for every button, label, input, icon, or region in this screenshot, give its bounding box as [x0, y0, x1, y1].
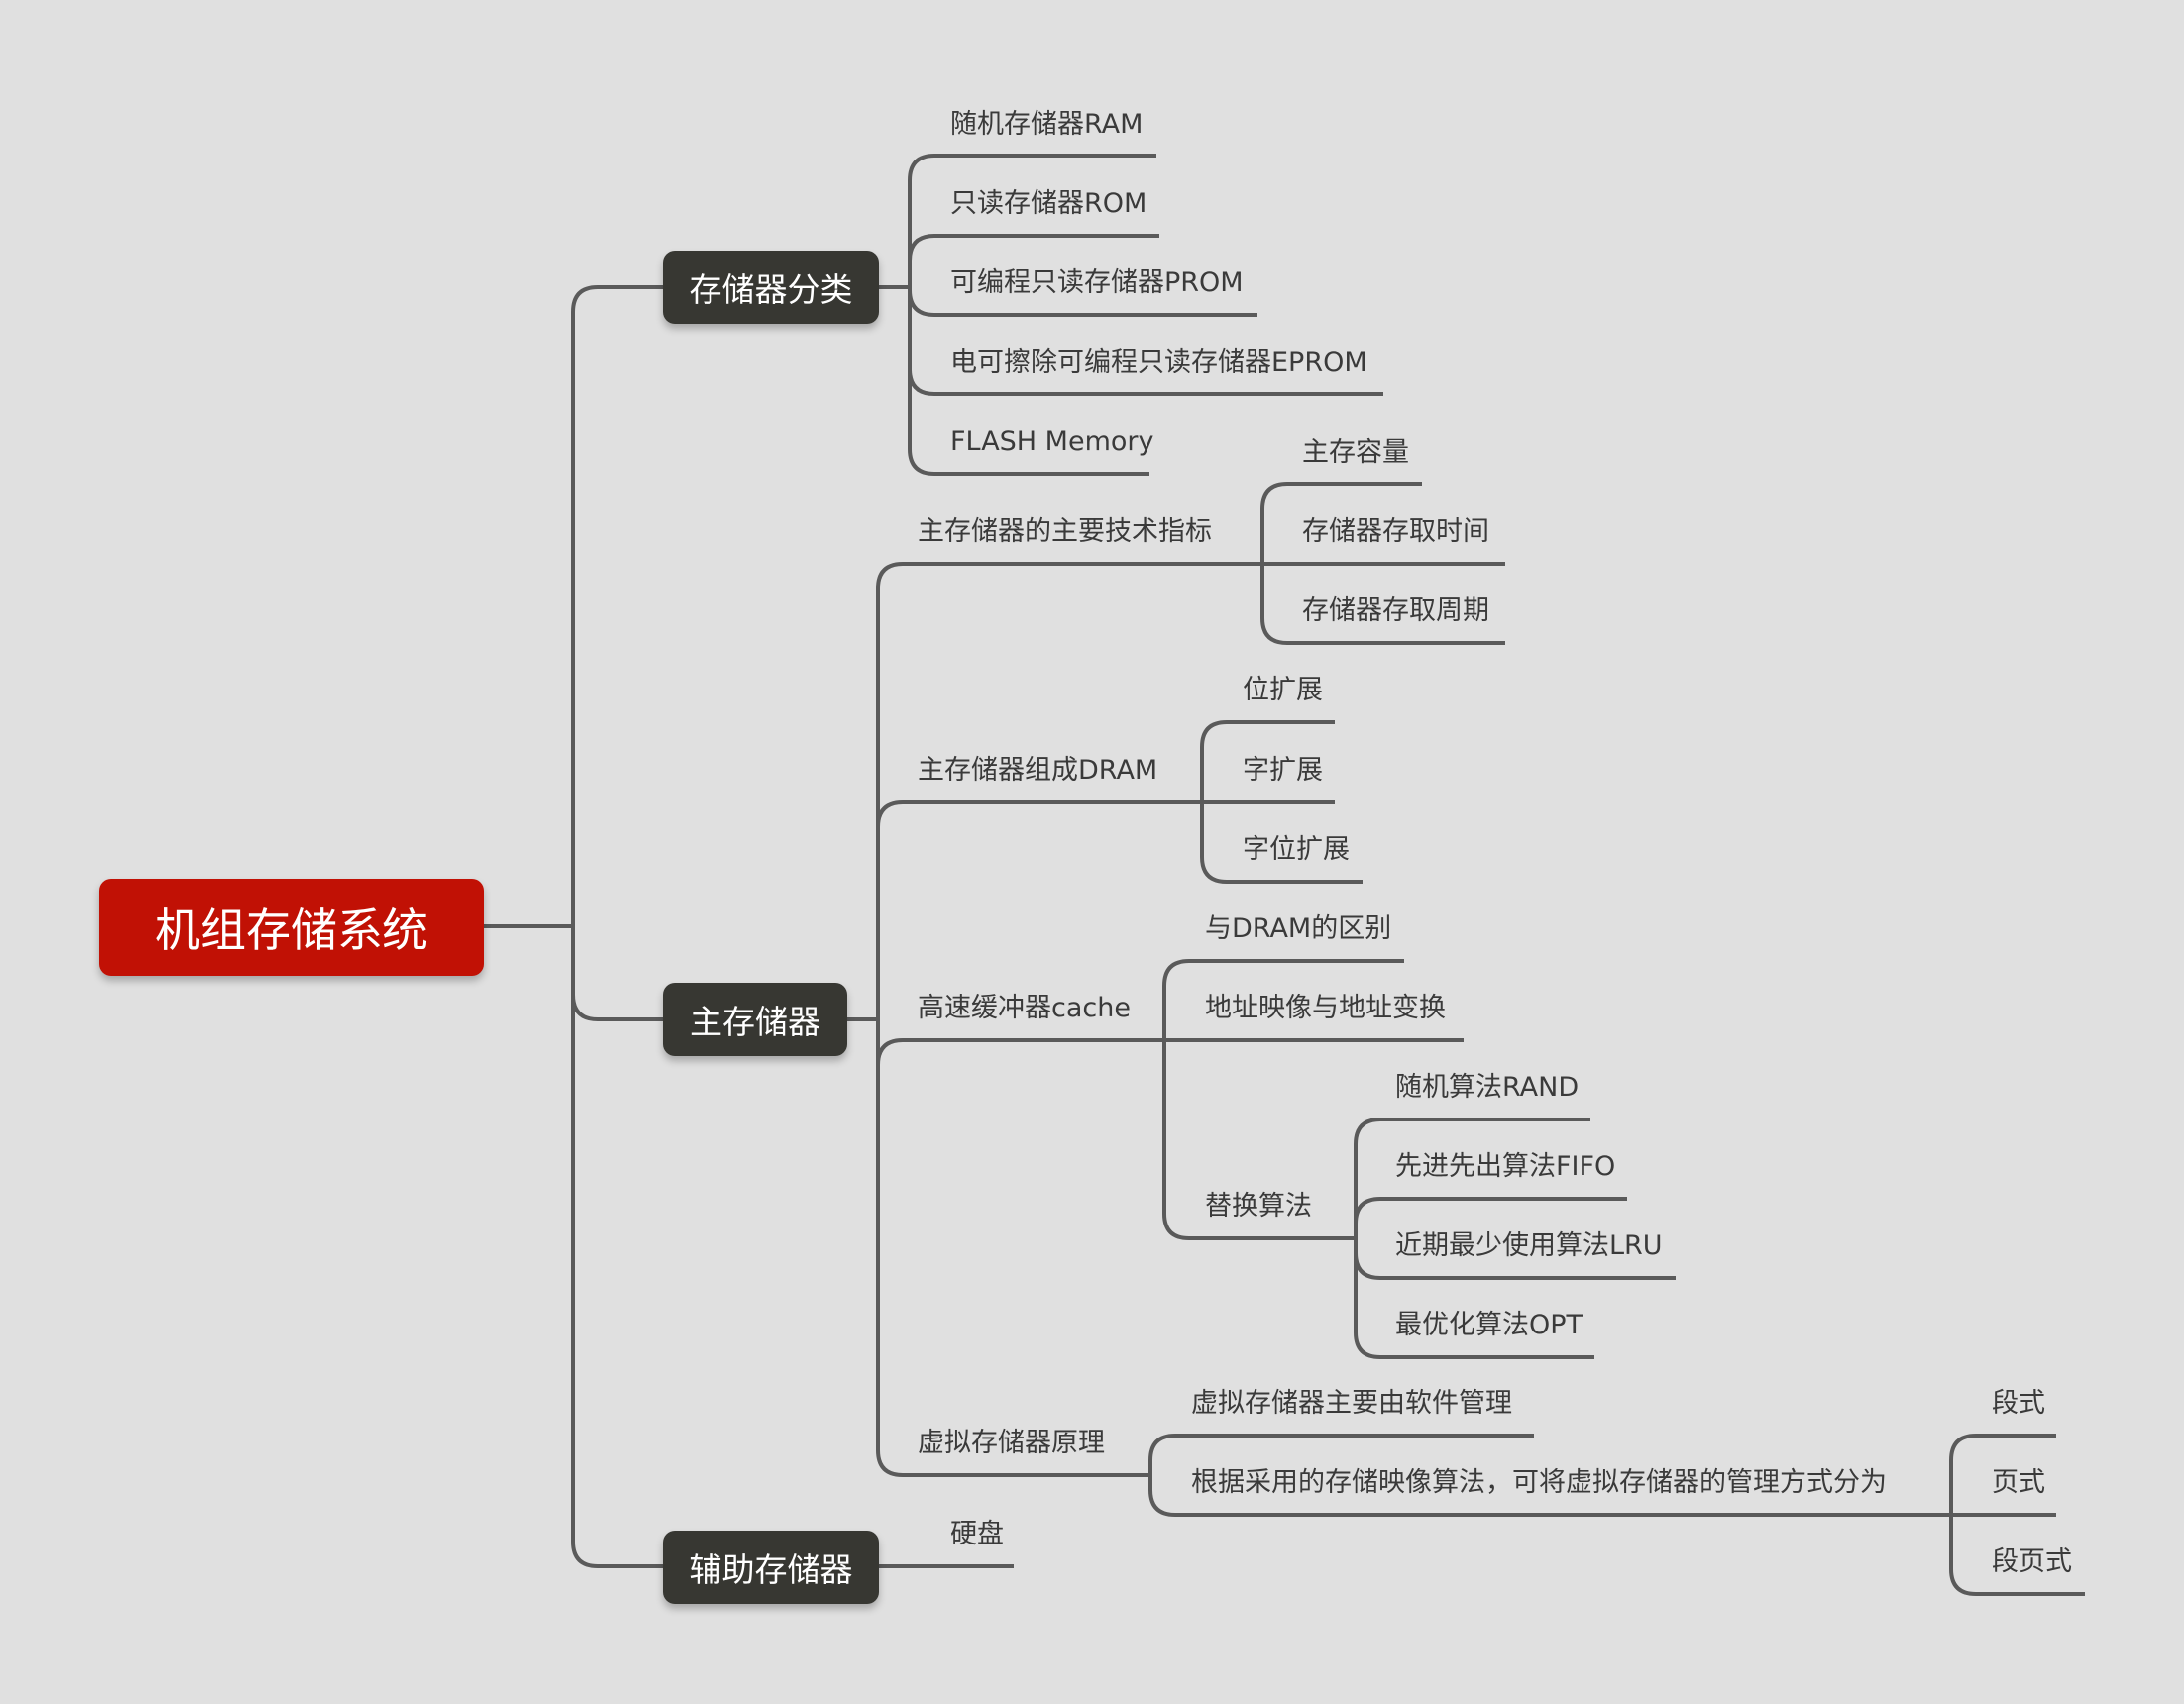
- subtopic-virtual[interactable]: 虚拟存储器原理: [918, 1430, 1105, 1456]
- topic-main-memory-label: 主存储器: [690, 1003, 820, 1041]
- leaf-access-cycle[interactable]: 存储器存取周期: [1302, 597, 1489, 624]
- leaf-capacity[interactable]: 主存容量: [1302, 439, 1409, 466]
- leaf-opt[interactable]: 最优化算法OPT: [1395, 1312, 1583, 1338]
- leaf-word-bit-extension[interactable]: 字位扩展: [1243, 836, 1350, 863]
- leaf-lru[interactable]: 近期最少使用算法LRU: [1395, 1232, 1663, 1259]
- root-topic-label: 机组存储系统: [155, 904, 428, 957]
- subtopic-cache[interactable]: 高速缓冲器cache: [918, 995, 1131, 1021]
- leaf-fifo[interactable]: 先进先出算法FIFO: [1395, 1153, 1615, 1180]
- topic-classification-label: 存储器分类: [689, 270, 853, 309]
- leaf-word-extension[interactable]: 字扩展: [1243, 757, 1323, 784]
- subtopic-management[interactable]: 根据采用的存储映像算法，可将虚拟存储器的管理方式分为: [1191, 1469, 1887, 1496]
- topic-auxiliary[interactable]: 辅助存储器: [663, 1531, 879, 1604]
- leaf-address-mapping[interactable]: 地址映像与地址变换: [1205, 995, 1446, 1021]
- leaf-dram-difference[interactable]: 与DRAM的区别: [1205, 915, 1391, 942]
- leaf-flash[interactable]: FLASH Memory: [950, 428, 1154, 455]
- leaf-rom[interactable]: 只读存储器ROM: [950, 190, 1147, 217]
- connector-spine: [571, 285, 663, 1568]
- leaf-software-managed[interactable]: 虚拟存储器主要由软件管理: [1191, 1390, 1512, 1417]
- subtopic-dram[interactable]: 主存储器组成DRAM: [918, 757, 1157, 784]
- leaf-hard-disk[interactable]: 硬盘: [950, 1521, 1004, 1547]
- root-topic[interactable]: 机组存储系统: [99, 879, 484, 976]
- leaf-bit-extension[interactable]: 位扩展: [1243, 677, 1323, 703]
- topic-main-memory[interactable]: 主存储器: [663, 983, 847, 1056]
- topic-auxiliary-label: 辅助存储器: [689, 1550, 853, 1589]
- topic-classification[interactable]: 存储器分类: [663, 251, 879, 324]
- leaf-rand[interactable]: 随机算法RAND: [1395, 1074, 1579, 1101]
- leaf-prom[interactable]: 可编程只读存储器PROM: [950, 269, 1244, 296]
- leaf-page[interactable]: 页式: [1992, 1469, 2045, 1496]
- leaf-ram[interactable]: 随机存储器RAM: [950, 111, 1143, 138]
- leaf-segment[interactable]: 段式: [1992, 1390, 2045, 1417]
- leaf-access-time[interactable]: 存储器存取时间: [1302, 518, 1489, 545]
- subtopic-tech-specs[interactable]: 主存储器的主要技术指标: [918, 518, 1212, 545]
- leaf-segment-page[interactable]: 段页式: [1992, 1548, 2072, 1575]
- leaf-eprom[interactable]: 电可擦除可编程只读存储器EPROM: [950, 349, 1367, 375]
- subtopic-replacement[interactable]: 替换算法: [1205, 1193, 1312, 1220]
